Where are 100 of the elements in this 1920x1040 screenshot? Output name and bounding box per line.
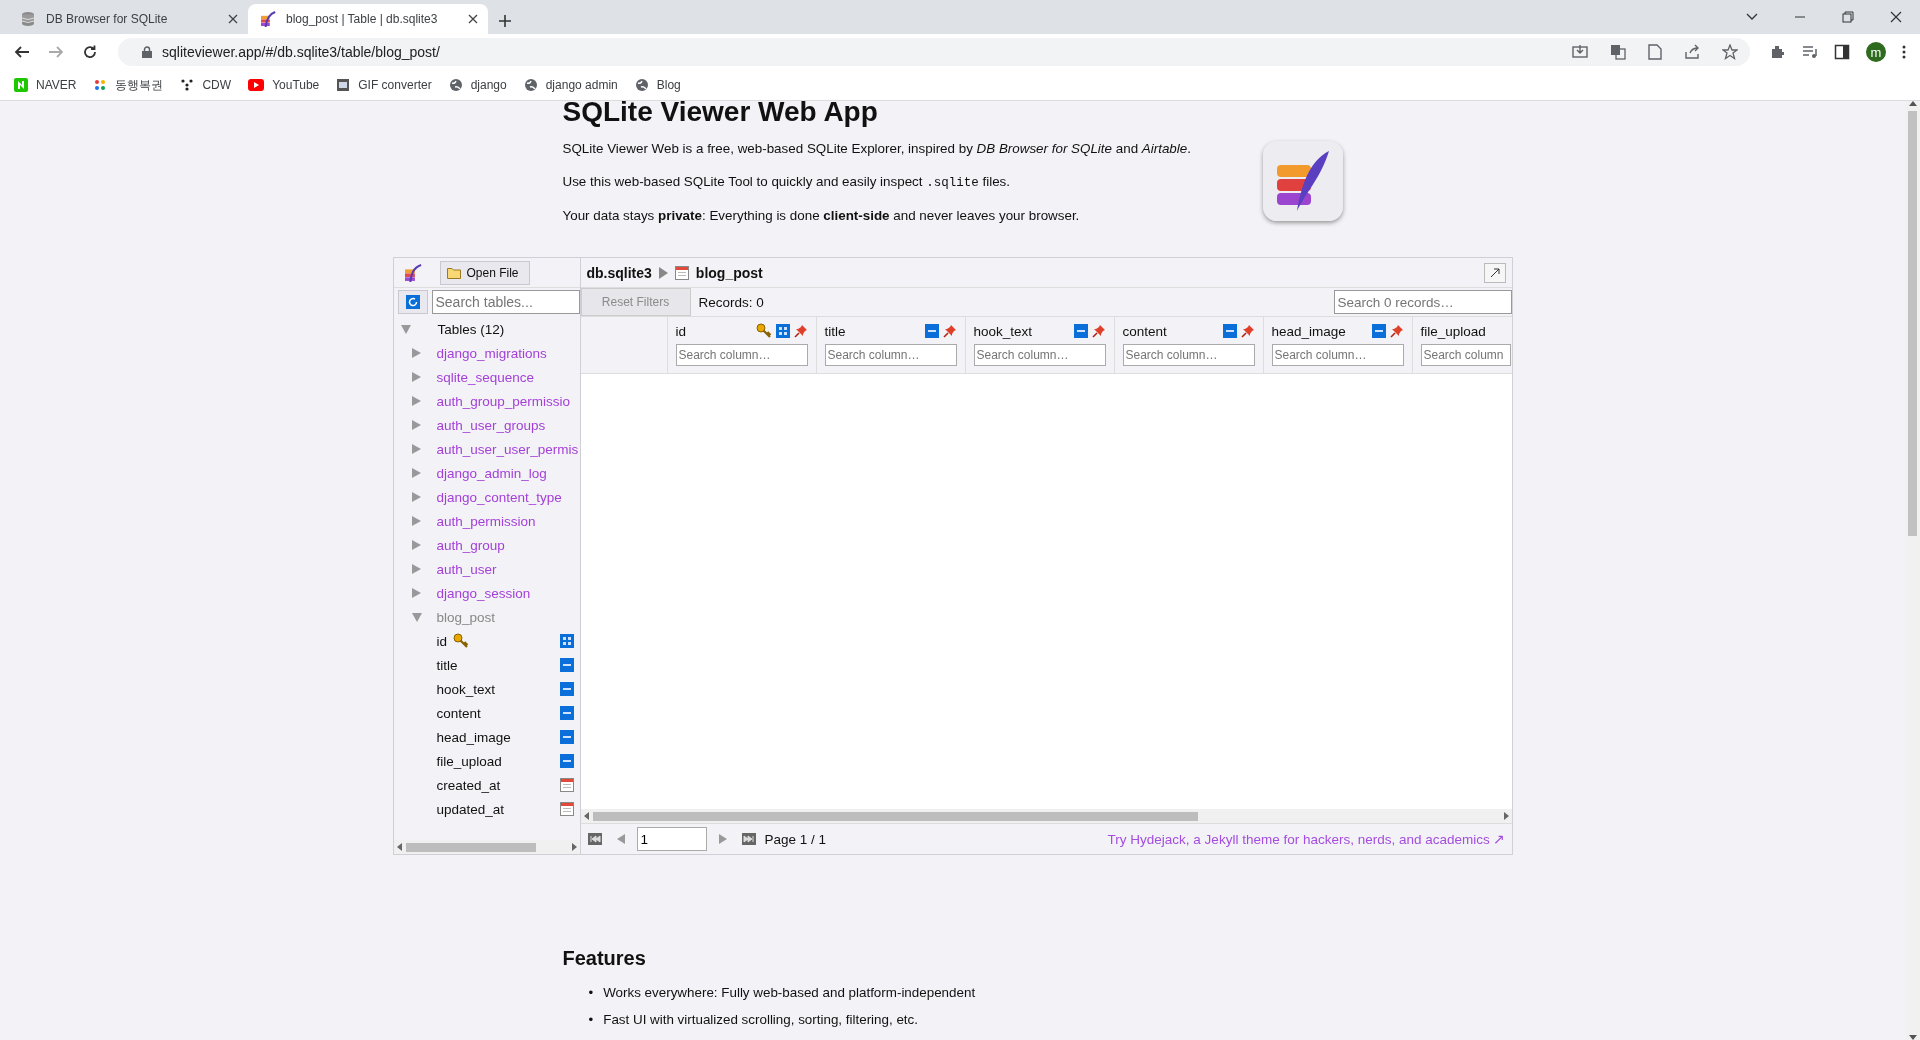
text-type-icon xyxy=(1073,324,1088,338)
table-name[interactable]: django_migrations xyxy=(436,345,547,361)
more-icon xyxy=(1902,45,1906,59)
table-name[interactable]: django_admin_log xyxy=(436,465,547,481)
scroll-right-icon xyxy=(571,843,577,851)
puzzle-icon xyxy=(1770,44,1786,60)
intro-paragraph: SQLite Viewer Web is a free, web-based SQLite Explorer, inspired by DB Browser for SQLite and Airtable. xyxy=(562,141,1192,157)
table-name[interactable]: django_session xyxy=(436,585,531,601)
table-name[interactable]: sqlite_sequence xyxy=(436,369,535,385)
column-header[interactable]: file_upload xyxy=(1420,323,1512,339)
database-name[interactable]: db.sqlite3 xyxy=(586,264,652,281)
field-name: file_upload xyxy=(436,753,502,769)
film-icon xyxy=(336,78,351,92)
app-icon xyxy=(403,263,422,282)
tab-search-icon xyxy=(1746,13,1758,21)
scroll-left-icon xyxy=(583,812,589,820)
address-bar[interactable]: sqliteviewer.app/#/db.sqlite3/table/blog_post/ xyxy=(118,38,1750,66)
new-tab-icon xyxy=(498,14,512,28)
bookmark[interactable]: NAVER xyxy=(14,78,77,92)
column-header[interactable]: head_image xyxy=(1271,323,1368,339)
integer-type-icon xyxy=(559,634,574,648)
close-icon xyxy=(228,14,238,24)
diagonal-arrow-icon xyxy=(1489,267,1500,278)
play-icon xyxy=(248,79,265,91)
bookmark[interactable]: django xyxy=(448,78,507,92)
column-header[interactable]: hook_text xyxy=(973,323,1070,339)
media-icon xyxy=(1802,44,1818,60)
scrollbar-thumb[interactable] xyxy=(1908,111,1917,536)
install-icon xyxy=(1572,44,1588,60)
field-name: created_at xyxy=(436,777,501,793)
search-field[interactable]: Search tables... xyxy=(431,290,580,314)
promo-link[interactable]: Try Hydejack, a Jekyll theme for hackers, nerds, and academics ↗ xyxy=(1107,831,1506,847)
column-header[interactable]: id xyxy=(675,323,752,339)
column-filter-field[interactable]: Search column… xyxy=(1122,344,1255,366)
bookmark[interactable]: django admin xyxy=(523,78,618,92)
star-icon xyxy=(1722,44,1738,60)
field-name: id xyxy=(436,633,447,649)
text-type-icon xyxy=(559,730,574,744)
page-number-field[interactable]: 1 xyxy=(636,827,707,851)
bullet: • xyxy=(588,984,594,1002)
column-filter-field[interactable]: Search column… xyxy=(824,344,957,366)
pin-icon xyxy=(793,324,808,338)
scrollbar-thumb[interactable] xyxy=(405,842,536,852)
open-file-button[interactable]: Open File xyxy=(439,260,530,285)
feather-icon xyxy=(260,11,276,27)
bookmark[interactable]: CDW xyxy=(180,78,232,92)
folder-icon xyxy=(446,266,461,279)
next-icon xyxy=(718,834,727,844)
document-icon xyxy=(1648,44,1662,60)
browser-tab[interactable]: DB Browser for SQLite xyxy=(8,4,248,34)
scrollbar-thumb[interactable] xyxy=(592,811,1198,821)
bookmark[interactable]: Blog xyxy=(634,78,681,92)
close-icon xyxy=(468,14,478,24)
calendar-icon xyxy=(559,802,574,816)
refresh-icon xyxy=(405,295,420,309)
table-title: blog_post xyxy=(695,264,763,281)
expand-button[interactable] xyxy=(1483,262,1506,283)
field-name: updated_at xyxy=(436,801,505,817)
bookmark[interactable]: YouTube xyxy=(248,78,320,92)
bookmark[interactable]: GIF converter xyxy=(336,78,432,92)
table-name[interactable]: auth_user_user_permis xyxy=(436,441,579,457)
table-name[interactable]: django_content_type xyxy=(436,489,562,505)
search-field[interactable]: Search 0 records… xyxy=(1333,290,1512,314)
integer-type-icon xyxy=(775,324,790,338)
bookmark[interactable]: 동행복권 xyxy=(93,76,164,94)
refresh-button[interactable] xyxy=(397,290,428,314)
feature-item: Fast UI with virtualized scrolling, sorting, filtering, etc. xyxy=(603,1011,918,1029)
breadcrumb-arrow-icon xyxy=(658,266,668,279)
column-header[interactable]: title xyxy=(824,323,921,339)
first-page-icon xyxy=(587,833,602,845)
globe-icon xyxy=(523,78,538,92)
table-name[interactable]: auth_permission xyxy=(436,513,536,529)
field-name: content xyxy=(436,705,481,721)
table-name[interactable]: auth_user xyxy=(436,561,497,577)
profile-avatar[interactable]: m xyxy=(1866,42,1886,62)
column-filter-field[interactable]: Search column xyxy=(1420,344,1511,366)
browser-tab[interactable]: blog_post | Table | db.sqlite3 xyxy=(248,4,488,34)
pin-icon xyxy=(1389,324,1404,338)
section-heading: Features xyxy=(562,947,647,970)
text-type-icon xyxy=(559,682,574,696)
table-name[interactable]: auth_user_groups xyxy=(436,417,546,433)
scroll-right-icon xyxy=(1503,812,1509,820)
dots-icon xyxy=(180,78,195,92)
column-filter-field[interactable]: Search column… xyxy=(1271,344,1404,366)
column-filter-field[interactable]: Search column… xyxy=(973,344,1106,366)
column-filter-field[interactable]: Search column… xyxy=(675,344,808,366)
text-type-icon xyxy=(559,754,574,768)
pin-icon xyxy=(942,324,957,338)
field-name: hook_text xyxy=(436,681,496,697)
table-name[interactable]: auth_group_permissio xyxy=(436,393,571,409)
tree-label[interactable]: Tables (12) xyxy=(437,321,505,337)
text-type-icon xyxy=(924,324,939,338)
calendar-icon xyxy=(559,778,574,792)
column-header[interactable]: content xyxy=(1122,323,1219,339)
globe-icon xyxy=(448,78,463,92)
share-icon xyxy=(1684,44,1700,60)
scroll-left-icon xyxy=(396,843,402,851)
previous-icon xyxy=(616,834,625,844)
page-indicator: Page 1 / 1 xyxy=(764,831,827,847)
table-name[interactable]: auth_group xyxy=(436,537,505,553)
